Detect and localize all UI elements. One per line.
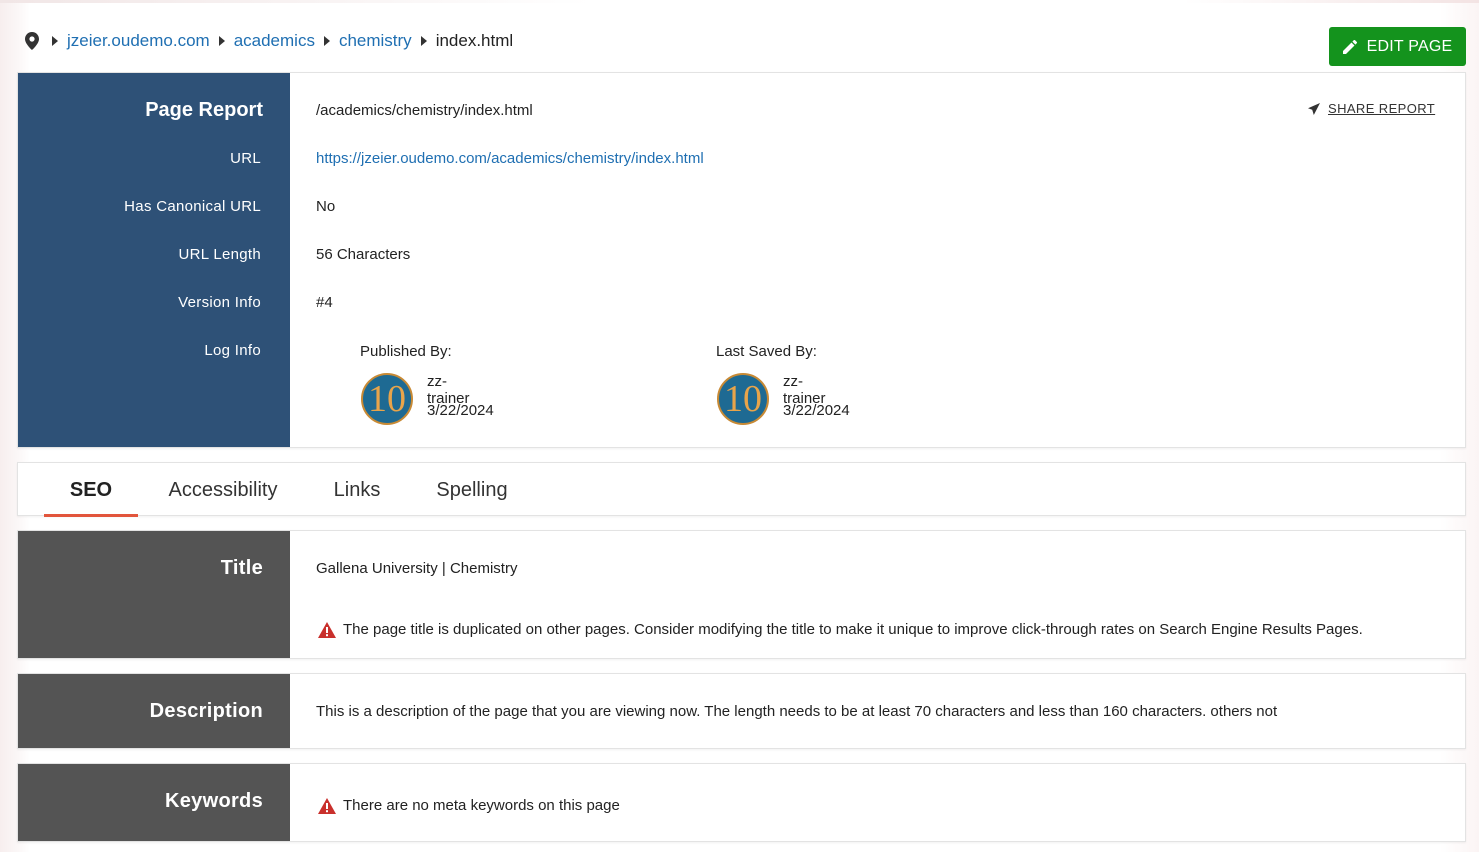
top-edge	[0, 0, 1479, 3]
url-label: URL	[230, 150, 261, 167]
version-info-label: Version Info	[178, 294, 261, 311]
url-length-value: 56 Characters	[316, 246, 411, 263]
breadcrumb-current: index.html	[435, 31, 514, 50]
seo-title-value: Gallena University | Chemistry	[316, 560, 518, 577]
version-info-value: #4	[316, 294, 333, 311]
breadcrumb-link-chemistry[interactable]: chemistry	[339, 31, 412, 51]
seo-title-label: Title	[220, 557, 263, 579]
seo-description-label: Description	[149, 700, 263, 722]
breadcrumb-link-domain[interactable]: jzeier.oudemo.com	[67, 31, 210, 51]
breadcrumb-link-academics[interactable]: academics	[234, 31, 315, 51]
seo-title-label-column: Title	[18, 531, 290, 658]
breadcrumb-item-current: index.html	[420, 31, 514, 51]
breadcrumb-item-domain: jzeier.oudemo.com	[52, 31, 219, 51]
last-saved-caption: Last Saved By:	[716, 343, 817, 360]
tab-seo[interactable]: SEO	[44, 463, 138, 517]
seo-keywords-warning-text: There are no meta keywords on this page	[343, 797, 620, 814]
seo-keywords-warning: There are no meta keywords on this page	[318, 797, 620, 814]
last-saved-date: 3/22/2024	[783, 402, 850, 419]
log-info-label: Log Info	[204, 342, 261, 359]
caret-right-icon	[323, 36, 330, 46]
tab-accessibility[interactable]: Accessibility	[156, 463, 290, 517]
breadcrumb-item-academics: academics	[218, 31, 324, 51]
map-pin-icon	[24, 31, 40, 51]
seo-keywords-card: Keywords There are no meta keywords on t…	[17, 763, 1466, 842]
published-by-caption: Published By:	[360, 343, 452, 360]
warning-icon	[318, 797, 336, 814]
avatar: 10	[361, 373, 413, 425]
seo-description-card: Description This is a description of the…	[17, 673, 1466, 749]
page-report-card: Page Report URL Has Canonical URL URL Le…	[17, 72, 1466, 448]
seo-keywords-label-column: Keywords	[18, 764, 290, 841]
paper-plane-icon	[1308, 102, 1320, 115]
tab-links[interactable]: Links	[321, 463, 393, 517]
published-date: 3/22/2024	[427, 402, 494, 419]
url-length-label: URL Length	[178, 246, 261, 263]
seo-keywords-label: Keywords	[165, 790, 263, 812]
tab-spelling[interactable]: Spelling	[424, 463, 520, 517]
pencil-icon	[1342, 39, 1357, 54]
caret-right-icon	[420, 36, 427, 46]
breadcrumb: jzeier.oudemo.com academics chemistry in…	[24, 28, 513, 54]
report-tabs: SEO Accessibility Links Spelling	[17, 462, 1466, 517]
share-report-label: SHARE REPORT	[1328, 101, 1436, 116]
seo-description-value: This is a description of the page that y…	[316, 703, 1278, 720]
caret-right-icon	[218, 36, 225, 46]
breadcrumb-item-chemistry: chemistry	[323, 31, 421, 51]
edit-page-button[interactable]: EDIT PAGE	[1329, 27, 1466, 66]
page-report-heading: Page Report	[145, 99, 263, 121]
seo-title-warning-text: The page title is duplicated on other pa…	[343, 621, 1363, 638]
page-path: /academics/chemistry/index.html	[316, 102, 533, 119]
seo-title-warning: The page title is duplicated on other pa…	[318, 621, 1363, 638]
seo-description-label-column: Description	[18, 674, 290, 748]
canonical-label: Has Canonical URL	[124, 198, 261, 215]
page-url-link[interactable]: https://jzeier.oudemo.com/academics/chem…	[316, 150, 704, 167]
edit-page-label: EDIT PAGE	[1366, 37, 1453, 55]
avatar: 10	[717, 373, 769, 425]
canonical-value: No	[316, 198, 336, 215]
share-report-link[interactable]: SHARE REPORT	[1308, 101, 1435, 116]
warning-icon	[318, 621, 336, 638]
report-label-column: Page Report URL Has Canonical URL URL Le…	[18, 73, 290, 447]
last-saved-block: Last Saved By: 10 zz-trainer 3/22/2024	[716, 343, 850, 425]
caret-right-icon	[52, 36, 58, 46]
seo-title-card: Title Gallena University | Chemistry The…	[17, 530, 1466, 659]
published-by-block: Published By: 10 zz-trainer 3/22/2024	[360, 343, 494, 425]
